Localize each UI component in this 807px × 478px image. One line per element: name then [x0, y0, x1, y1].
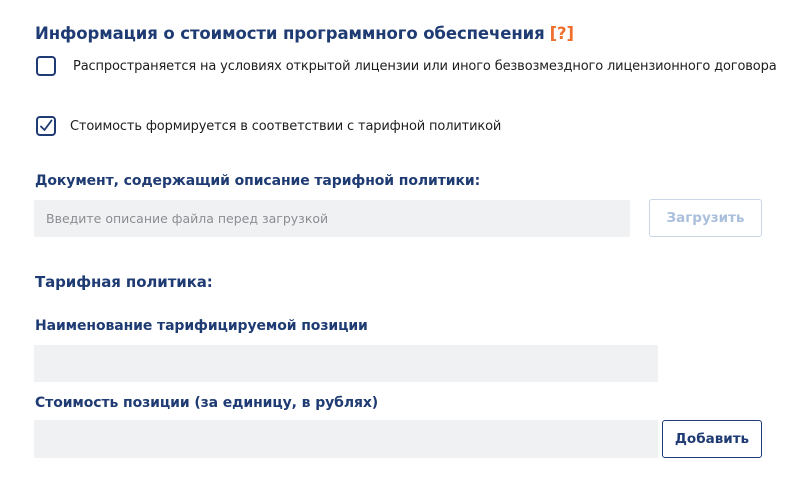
document-label: Документ, содержащий описание тарифной п…: [35, 173, 481, 189]
document-description-input[interactable]: [34, 200, 630, 237]
tariff-policy-checkbox[interactable]: [36, 116, 56, 136]
help-link[interactable]: [?]: [550, 24, 574, 43]
position-price-input[interactable]: [34, 420, 658, 458]
checkmark-icon: [40, 119, 53, 131]
section-title-text: Информация о стоимости программного обес…: [35, 24, 545, 43]
tariff-policy-label[interactable]: Стоимость формируется в соответствии с т…: [70, 119, 501, 134]
position-price-label: Стоимость позиции (за единицу, в рублях): [35, 395, 379, 411]
open-license-label[interactable]: Распространяется на условиях открытой ли…: [73, 59, 777, 74]
position-name-input[interactable]: [34, 345, 658, 382]
upload-button[interactable]: Загрузить: [649, 199, 762, 237]
add-button[interactable]: Добавить: [662, 420, 762, 458]
section-title: Информация о стоимости программного обес…: [35, 24, 574, 43]
position-name-label: Наименование тарифицируемой позиции: [35, 318, 368, 334]
software-cost-form: Информация о стоимости программного обес…: [0, 0, 807, 478]
tariff-heading: Тарифная политика:: [35, 273, 213, 291]
open-license-checkbox[interactable]: [36, 56, 56, 76]
